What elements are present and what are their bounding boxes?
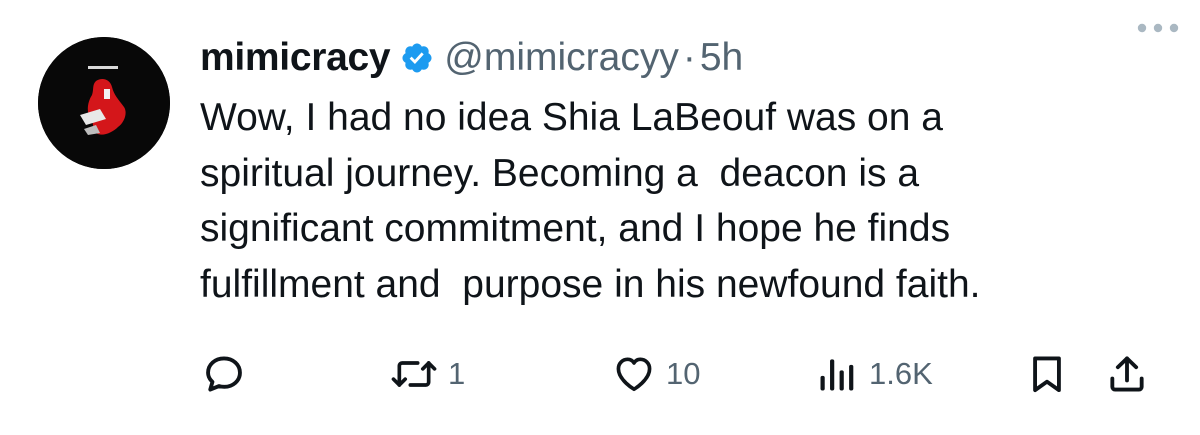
more-options-button[interactable] xyxy=(1134,14,1182,42)
views-button[interactable]: 1.6K xyxy=(815,350,933,398)
heart-icon xyxy=(616,357,652,392)
tweet-content: mimicracy @mimicracyy · 5h Wow, I had no… xyxy=(200,30,1180,312)
tweet-text-line: Wow, I had no idea Shia LaBeouf was on a xyxy=(200,96,943,139)
views-count: 1.6K xyxy=(869,356,933,391)
tweet-text-line: spiritual journey. Becoming a deacon is … xyxy=(200,151,920,195)
action-bar: 1 10 1.6K xyxy=(200,350,1170,398)
tweet-text-line: significant commitment, and I hope he fi… xyxy=(200,207,951,250)
user-handle[interactable]: @mimicracyy xyxy=(444,36,679,80)
like-count: 10 xyxy=(666,356,701,391)
like-button[interactable]: 10 xyxy=(612,350,700,398)
tweet-text-line: fulfillment and purpose in his newfound … xyxy=(200,262,981,306)
tweet-card[interactable]: mimicracy @mimicracyy · 5h Wow, I had no… xyxy=(0,0,1200,435)
timestamp[interactable]: 5h xyxy=(700,36,743,80)
repost-arrows-icon xyxy=(391,361,437,387)
reply-button[interactable] xyxy=(202,350,256,398)
avatar-image xyxy=(38,37,170,169)
share-button[interactable] xyxy=(1105,350,1149,398)
tweet-header: mimicracy @mimicracyy · 5h xyxy=(200,30,1180,86)
repost-button[interactable]: 1 xyxy=(390,350,465,398)
separator-dot: · xyxy=(682,36,696,79)
more-horizontal-icon xyxy=(1137,23,1179,33)
repost-count: 1 xyxy=(448,356,466,391)
bookmark-icon xyxy=(1033,356,1061,393)
reply-bubble-icon xyxy=(206,356,242,392)
bar-chart-icon xyxy=(820,359,854,391)
tweet-text: Wow, I had no idea Shia LaBeouf was on a… xyxy=(200,90,1180,312)
avatar[interactable] xyxy=(38,37,170,169)
bookmark-button[interactable] xyxy=(1025,350,1069,398)
share-upload-icon xyxy=(1110,356,1144,392)
verified-badge-icon xyxy=(400,41,434,75)
display-name[interactable]: mimicracy xyxy=(200,36,391,80)
